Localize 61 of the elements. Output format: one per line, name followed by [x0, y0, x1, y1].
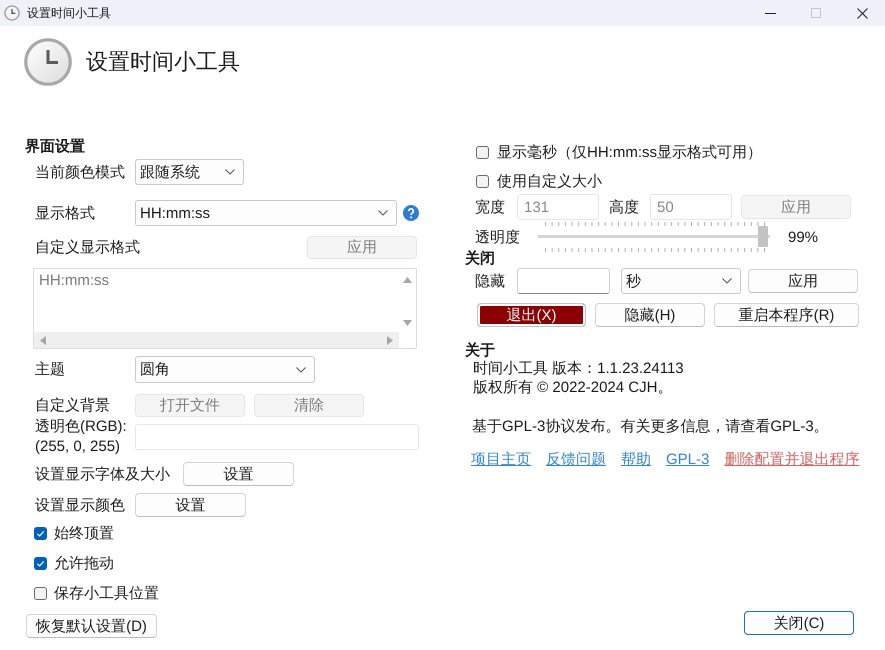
clock-icon — [24, 38, 72, 86]
close-button[interactable]: 关闭(C) — [744, 611, 854, 635]
help-icon[interactable] — [403, 205, 419, 221]
hide-button[interactable]: 隐藏(H) — [595, 303, 705, 327]
height-label: 高度 — [609, 198, 640, 216]
version-text: 时间小工具 版本：1.1.23.24113 — [472, 359, 685, 378]
window-title: 设置时间小工具 — [27, 4, 111, 22]
opacity-value: 99% — [788, 228, 818, 246]
settings-button[interactable]: 设置 — [183, 462, 294, 486]
section-heading: 关于 — [465, 343, 496, 359]
section-heading: 关闭 — [465, 252, 496, 266]
theme-dropdown[interactable]: 圆角 — [135, 356, 315, 383]
checkbox[interactable] — [34, 586, 47, 600]
clock-icon — [4, 5, 20, 21]
chevron-down-icon — [296, 366, 306, 372]
checkbox-label: 保存小工具位置 — [54, 584, 159, 602]
copyright-text: 版权所有 © 2022-2024 CJH。 — [472, 378, 674, 397]
link[interactable]: 项目主页 — [471, 450, 531, 469]
rgb-value-text: (255, 0, 255) — [35, 437, 122, 457]
exit-button[interactable]: 退出(X) — [477, 303, 586, 327]
opacity-label: 透明度 — [475, 228, 521, 246]
link[interactable]: GPL-3 — [666, 450, 710, 469]
page-title: 设置时间小工具 — [86, 48, 240, 76]
section-heading: 界面设置 — [25, 137, 86, 157]
color-mode-label: 当前颜色模式 — [35, 162, 126, 182]
chevron-down-icon — [378, 210, 388, 216]
color-mode-dropdown[interactable]: 跟随系统 — [135, 159, 244, 185]
opacity-slider[interactable] — [538, 226, 770, 247]
display-format-dropdown[interactable]: HH:mm:ss — [135, 200, 397, 226]
width-label: 宽度 — [475, 198, 506, 216]
slider-thumb[interactable] — [758, 226, 768, 247]
checkbox-label: 允许拖动 — [54, 554, 114, 572]
transparent-color-label: 透明色(RGB): — [35, 417, 128, 437]
settings-button[interactable]: 设置 — [135, 493, 246, 517]
close-icon — [856, 8, 868, 18]
custom-background-label: 自定义背景 — [35, 396, 111, 415]
checkbox[interactable] — [34, 526, 47, 540]
minimize-icon — [764, 12, 776, 14]
checkbox-label: 显示毫秒（仅HH:mm:ss显示格式可用） — [497, 142, 762, 162]
display-format-label: 显示格式 — [35, 204, 96, 222]
license-text: 基于GPL-3协议发布。有关更多信息，请查看GPL-3。 — [471, 417, 830, 436]
font-setting-label: 设置显示字体及大小 — [35, 464, 170, 484]
color-setting-label: 设置显示颜色 — [35, 496, 126, 514]
apply-button[interactable]: 应用 — [748, 269, 858, 293]
link[interactable]: 帮助 — [621, 450, 651, 469]
theme-label: 主题 — [35, 360, 66, 379]
checkbox[interactable] — [34, 556, 47, 570]
time-unit-dropdown[interactable]: 秒 — [621, 268, 741, 294]
chevron-down-icon — [225, 169, 235, 175]
hide-label: 隐藏 — [475, 272, 506, 290]
checkbox[interactable] — [476, 174, 489, 188]
chevron-down-icon — [722, 278, 732, 284]
restart-button[interactable]: 重启本程序(R) — [714, 303, 859, 327]
hide-delay-field[interactable] — [517, 268, 610, 294]
checkbox-label: 始终顶置 — [54, 524, 114, 542]
custom-format-label: 自定义显示格式 — [35, 238, 140, 257]
link[interactable]: 反馈问题 — [546, 450, 606, 469]
reset-defaults-button[interactable]: 恢复默认设置(D) — [26, 614, 157, 638]
checkbox[interactable] — [476, 146, 489, 158]
link[interactable]: 删除配置并退出程序 — [724, 450, 860, 469]
checkbox-label: 使用自定义大小 — [497, 172, 602, 190]
